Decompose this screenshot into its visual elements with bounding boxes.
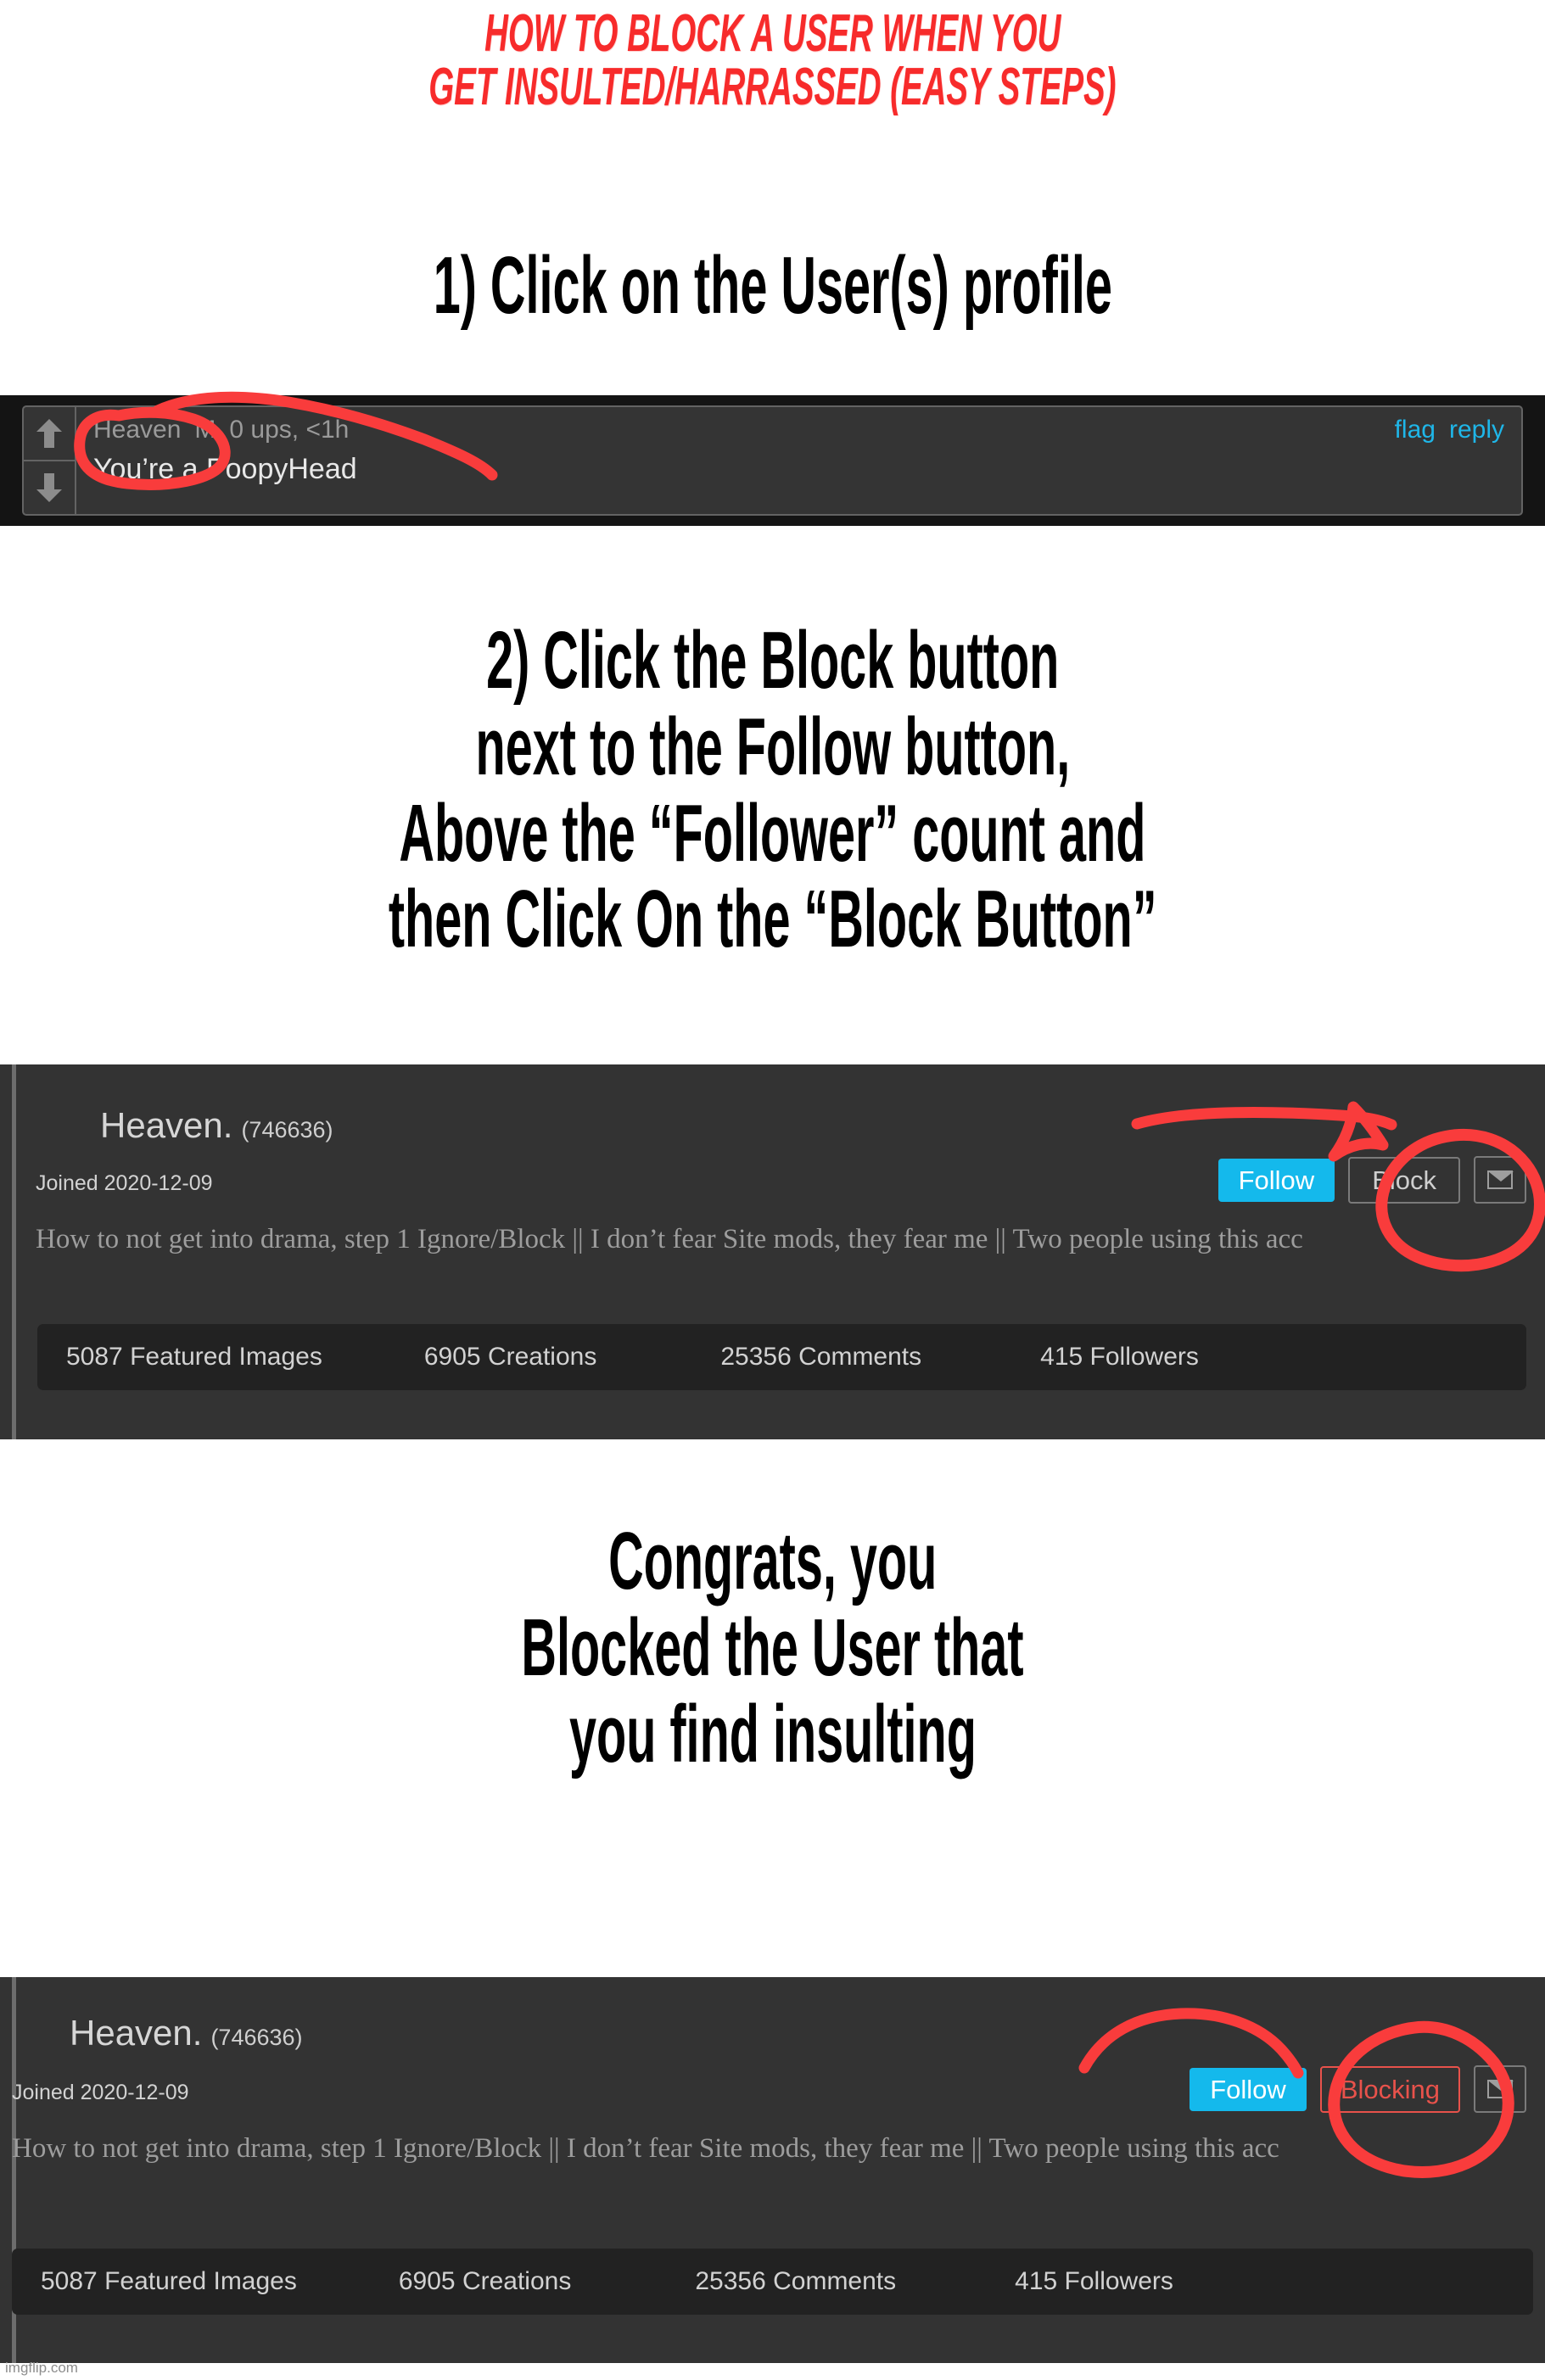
congrats-line-1: Congrats, you <box>607 1516 938 1606</box>
reply-link[interactable]: reply <box>1449 416 1504 444</box>
comment-username-link[interactable]: Heaven <box>93 416 181 444</box>
message-button[interactable] <box>1474 2065 1526 2113</box>
stat-featured-images: 5087 Featured Images <box>41 2267 297 2295</box>
comment-stats: 0 ups, <1h <box>229 416 350 444</box>
arrow-up-icon <box>36 419 62 448</box>
message-button[interactable] <box>1474 1156 1526 1204</box>
downvote-button[interactable] <box>24 461 75 514</box>
follow-button[interactable]: Follow <box>1190 2067 1307 2111</box>
comment-body: Heaven M 0 ups, <1h You’re a PoopyHead f… <box>76 407 1521 514</box>
stat-followers: 415 Followers <box>1015 2267 1173 2295</box>
profile-name[interactable]: Heaven. <box>70 2013 202 2053</box>
profile-name-row: Heaven. (746636) <box>100 1105 333 1146</box>
profile-bio: How to not get into drama, step 1 Ignore… <box>36 1224 1303 1254</box>
step-2-caption: 2) Click the Block button next to the Fo… <box>0 617 1545 963</box>
step-1-line-1: 1) Click on the User(s) profile <box>433 240 1112 331</box>
vote-column <box>24 407 76 514</box>
profile-stats-bar: 5087 Featured Images 6905 Creations 2535… <box>37 1324 1526 1390</box>
imgflip-watermark: imgflip.com <box>5 2360 78 2376</box>
step-2-line-3: Above the “Follower” count and <box>399 787 1146 879</box>
comment-text: You’re a PoopyHead <box>93 453 357 485</box>
congrats-line-2: Blocked the User that <box>521 1601 1024 1693</box>
envelope-icon <box>1487 1170 1514 1189</box>
follow-button[interactable]: Follow <box>1218 1158 1335 1202</box>
comment-actions: flag reply <box>1395 416 1504 444</box>
profile-bio: How to not get into drama, step 1 Ignore… <box>12 2133 1279 2164</box>
envelope-icon <box>1487 2080 1514 2098</box>
comment-meta: Heaven M 0 ups, <1h <box>93 411 1506 444</box>
profile-action-buttons: Follow Block <box>1218 1156 1526 1204</box>
stat-comments: 25356 Comments <box>720 1343 922 1371</box>
profile-user-id: (746636) <box>241 1117 333 1143</box>
step-1-caption: 1) Click on the User(s) profile <box>0 243 1545 329</box>
upvote-button[interactable] <box>24 407 75 461</box>
arrow-down-icon <box>36 473 62 502</box>
left-rail <box>12 1064 16 1439</box>
congrats-line-3: you find insulting <box>568 1688 977 1779</box>
stat-featured-images: 5087 Featured Images <box>66 1343 322 1371</box>
step-2-line-2: next to the Follow button, <box>475 701 1070 792</box>
comment-box: Heaven M 0 ups, <1h You’re a PoopyHead f… <box>22 405 1523 516</box>
block-button[interactable]: Block <box>1348 1156 1460 1204</box>
blocking-button[interactable]: Blocking <box>1319 2065 1460 2113</box>
congrats-caption: Congrats, you Blocked the User that you … <box>0 1518 1545 1777</box>
meme-title: HOW TO BLOCK A USER WHEN YOU GET INSULTE… <box>0 4 1545 117</box>
profile-name[interactable]: Heaven. <box>100 1105 232 1146</box>
profile-screenshot-before: Heaven. (746636) Joined 2020-12-09 Follo… <box>0 1064 1545 1439</box>
step-2-line-4: then Click On the “Block Button” <box>388 874 1157 965</box>
step-2-line-1: 2) Click the Block button <box>485 615 1060 706</box>
flag-link[interactable]: flag <box>1395 416 1436 444</box>
title-line-2: GET INSULTED/HARRASSED (EASY STEPS) <box>428 58 1117 117</box>
profile-screenshot-after: Heaven. (746636) Joined 2020-12-09 Follo… <box>0 1977 1545 2363</box>
stat-comments: 25356 Comments <box>695 2267 897 2295</box>
profile-stats-bar: 5087 Featured Images 6905 Creations 2535… <box>12 2249 1533 2315</box>
stat-creations: 6905 Creations <box>423 1343 597 1371</box>
title-line-1: HOW TO BLOCK A USER WHEN YOU <box>484 4 1061 63</box>
profile-joined-date: Joined 2020-12-09 <box>36 1171 213 1195</box>
stat-followers: 415 Followers <box>1040 1343 1199 1371</box>
profile-user-id: (746636) <box>210 2025 303 2050</box>
profile-action-buttons: Follow Blocking <box>1190 2065 1526 2113</box>
stat-creations: 6905 Creations <box>398 2267 572 2295</box>
comment-screenshot: Heaven M 0 ups, <1h You’re a PoopyHead f… <box>0 395 1545 526</box>
comment-mod-badge: M <box>194 416 216 444</box>
profile-joined-date: Joined 2020-12-09 <box>12 2081 189 2104</box>
profile-name-row: Heaven. (746636) <box>70 2013 303 2053</box>
